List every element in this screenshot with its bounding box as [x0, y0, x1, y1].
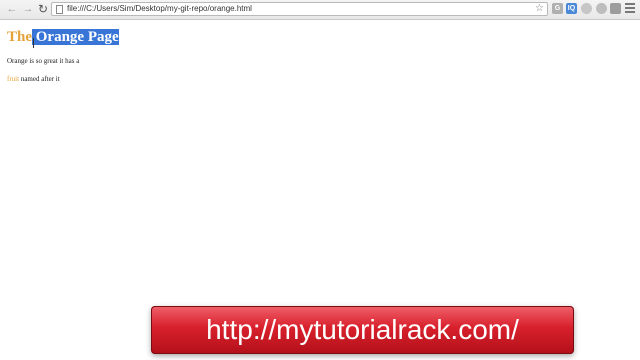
title-plain: The [7, 29, 33, 45]
extension-icon[interactable] [596, 3, 607, 14]
forward-arrow-icon[interactable]: → [21, 2, 35, 16]
paragraph-intro: Orange is so great it has a [7, 57, 80, 65]
extension-icon[interactable]: G [552, 3, 563, 14]
title-selected-text: Orange Page [32, 29, 119, 45]
fruit-link[interactable]: fruit [7, 75, 19, 83]
watermark-text: http://mytutorialrack.com/ [206, 314, 519, 345]
watermark-banner: http://mytutorialrack.com/ [151, 306, 574, 354]
page-title: The Orange Page [7, 29, 119, 46]
menu-icon[interactable] [625, 3, 635, 14]
extension-icon[interactable] [610, 3, 621, 14]
reload-icon[interactable]: ↻ [36, 2, 50, 16]
url-text[interactable]: file:///C:/Users/Sim/Desktop/my-git-repo… [67, 3, 252, 15]
address-bar[interactable]: file:///C:/Users/Sim/Desktop/my-git-repo… [51, 2, 548, 16]
paragraph-fruit: fruit named after it [7, 75, 60, 83]
extension-icon[interactable] [581, 3, 592, 14]
paragraph-fruit-rest: named after it [19, 75, 60, 83]
iq-icon[interactable]: IQ [566, 3, 577, 14]
browser-toolbar: ← → ↻ file:///C:/Users/Sim/Desktop/my-gi… [0, 0, 640, 20]
page-icon [56, 5, 63, 14]
back-arrow-icon[interactable]: ← [5, 2, 19, 16]
bookmark-star-icon[interactable]: ☆ [535, 3, 544, 15]
text-cursor [33, 38, 34, 48]
